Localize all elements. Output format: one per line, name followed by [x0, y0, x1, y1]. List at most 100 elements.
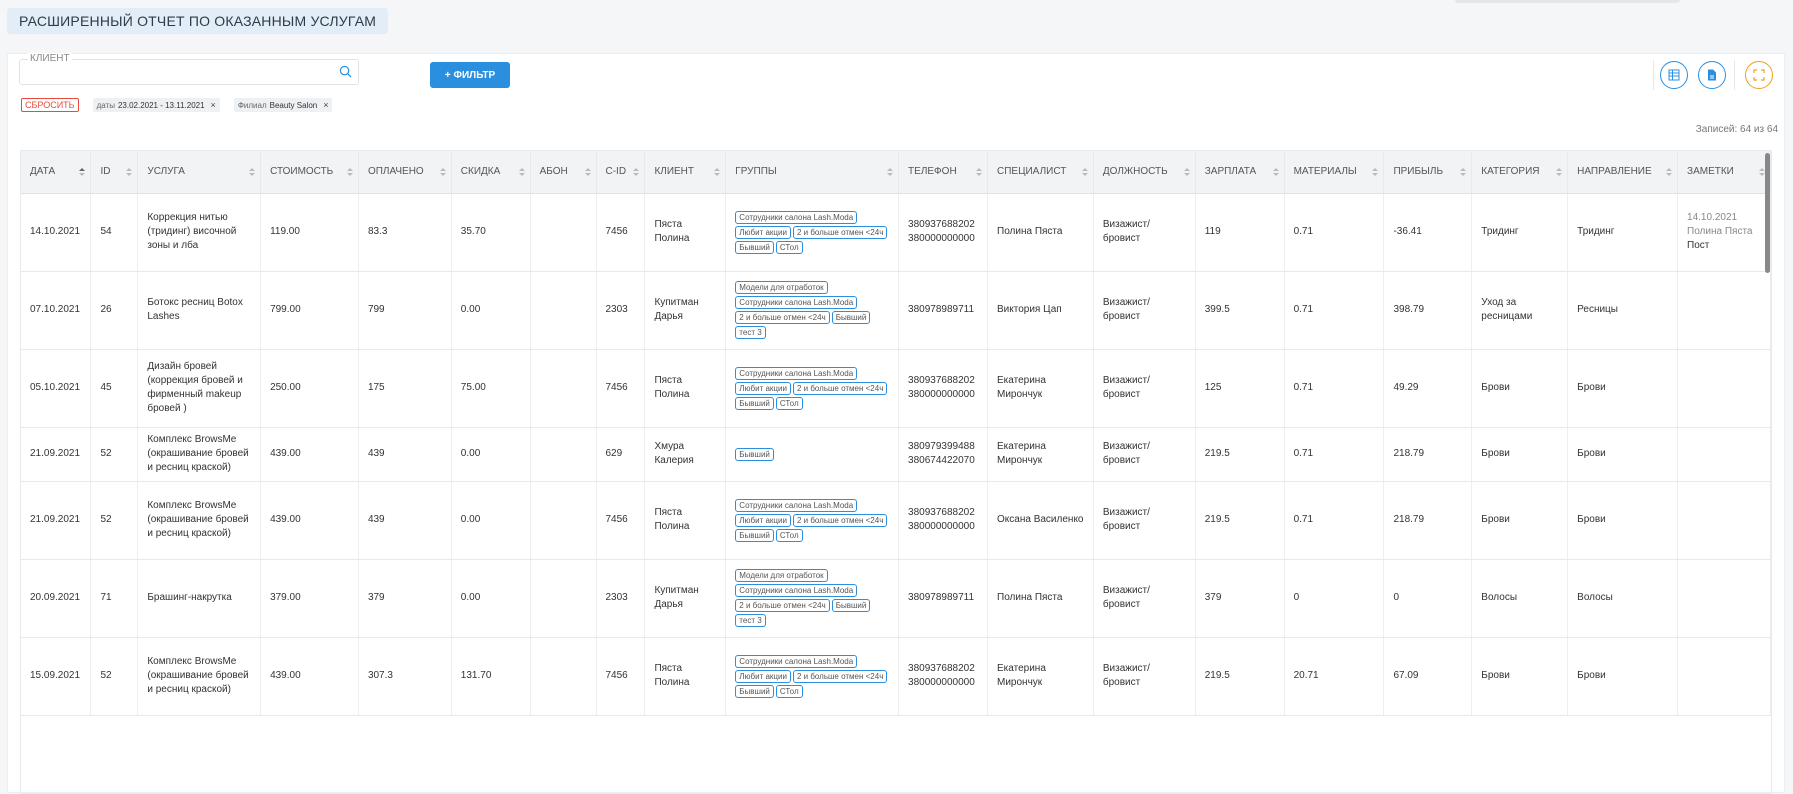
column-header-label: С-ID: [605, 166, 627, 178]
materials-cell: 0.71: [1284, 271, 1385, 350]
group-tag: 2 и больше отмен <24ч: [792, 669, 888, 683]
table-row[interactable]: 20.09.2021 71 Брашинг-накрутка 379.00 379 0.0…: [21, 559, 1771, 638]
table-row[interactable]: 07.10.2021 26 Ботокс ресниц Botox Lashes 79…: [21, 271, 1771, 350]
client-field[interactable]: КЛИЕНТ: [19, 53, 359, 85]
sort-icon[interactable]: [1666, 167, 1673, 177]
column-header-label: НАПРАВЛЕНИЕ: [1577, 166, 1652, 178]
column-header[interactable]: СТОИМОСТЬ: [260, 151, 359, 194]
groups-cell: Сотрудники салона Lash.ModaЛюбит акции 2 …: [725, 193, 900, 272]
cid-cell: 2303: [596, 271, 646, 350]
add-filter-button[interactable]: + ФИЛЬТР: [430, 62, 510, 88]
sort-icon[interactable]: [633, 167, 640, 177]
service-cell: Комплекс BrowsMe (окрашивание бровей и р…: [137, 637, 262, 716]
column-header[interactable]: С-ID: [596, 151, 646, 194]
sort-icon[interactable]: [584, 167, 591, 177]
phone-cell: 380937688202 380000000000: [898, 193, 989, 272]
sort-icon[interactable]: [249, 167, 256, 177]
service-cell: Ботокс ресниц Botox Lashes: [137, 271, 262, 350]
groups-cell: Модели для отработок Сотрудники салона La…: [725, 559, 900, 638]
column-header[interactable]: НАПРАВЛЕНИЕ: [1567, 151, 1679, 194]
vertical-scrollbar[interactable]: [1765, 153, 1770, 273]
sort-icon[interactable]: [518, 167, 525, 177]
column-header[interactable]: ГРУППЫ: [725, 151, 900, 194]
sort-icon[interactable]: [1081, 167, 1088, 177]
column-header-label: ЗАРПЛАТА: [1204, 166, 1257, 178]
note-text: Пост: [1687, 240, 1710, 251]
groups-cell: Сотрудники салона Lash.ModaЛюбит акции 2 …: [725, 481, 900, 560]
sort-icon[interactable]: [714, 167, 721, 177]
column-header[interactable]: СКИДКА: [451, 151, 531, 194]
column-header[interactable]: ПРИБЫЛЬ: [1383, 151, 1473, 194]
table-row[interactable]: 15.09.2021 52 Комплекс BrowsMe (окрашивани…: [21, 637, 1771, 716]
close-icon[interactable]: ×: [323, 100, 328, 110]
paid-cell: 175: [358, 349, 452, 428]
group-tag: 2 и больше отмен <24ч: [735, 311, 830, 324]
sort-icon[interactable]: [1183, 167, 1190, 177]
page-title-box: РАСШИРЕННЫЙ ОТЧЕТ ПО ОКАЗАННЫМ УСЛУГАМ: [7, 8, 389, 34]
column-header[interactable]: ЗАМЕТКИ: [1677, 151, 1771, 194]
fullscreen-button[interactable]: [1745, 61, 1773, 89]
salary-cell: 219.5: [1195, 427, 1285, 482]
specialist-cell: Екатерина Мирончук: [987, 349, 1094, 428]
sort-icon[interactable]: [1272, 167, 1279, 177]
cid-cell: 7456: [596, 637, 646, 716]
materials-cell: 0.71: [1284, 427, 1385, 482]
client-cell: Купитман Дарья: [644, 559, 727, 638]
column-header[interactable]: АБОН: [530, 151, 597, 194]
cost-cell: 250.00: [260, 349, 359, 428]
column-header[interactable]: ДАТА: [21, 151, 92, 194]
id-cell: 52: [90, 481, 139, 560]
sort-icon[interactable]: [887, 167, 894, 177]
column-header[interactable]: МАТЕРИАЛЫ: [1284, 151, 1385, 194]
sort-icon[interactable]: [1460, 167, 1467, 177]
sort-icon[interactable]: [346, 167, 353, 177]
column-header[interactable]: КЛИЕНТ: [644, 151, 727, 194]
reset-filters-button[interactable]: СБРОСИТЬ: [21, 98, 79, 112]
close-icon[interactable]: ×: [211, 100, 216, 110]
discount-cell: 75.00: [451, 349, 531, 428]
search-icon[interactable]: [339, 65, 352, 78]
column-header[interactable]: СПЕЦИАЛИСТ: [987, 151, 1094, 194]
group-tag: Бывший: [735, 447, 774, 461]
records-count: Записей: 64 из 64: [1695, 124, 1778, 135]
export-button[interactable]: [1698, 61, 1726, 89]
sort-icon[interactable]: [976, 167, 983, 177]
position-cell: Визажист/ бровист: [1093, 559, 1196, 638]
groups-cell: Бывший: [725, 427, 900, 482]
notes-cell: [1677, 559, 1771, 638]
sort-icon[interactable]: [126, 167, 133, 177]
date-cell: 20.09.2021: [21, 559, 92, 638]
columns-button[interactable]: [1660, 61, 1688, 89]
column-header[interactable]: ДОЛЖНОСТЬ: [1093, 151, 1196, 194]
group-tag: Сотрудники салона Lash.Moda: [735, 498, 858, 512]
columns-icon: [1668, 69, 1680, 81]
sort-icon[interactable]: [1556, 167, 1563, 177]
group-tag: Модели для отработок: [735, 569, 828, 582]
column-header-label: ЗАМЕТКИ: [1687, 166, 1734, 178]
groups-cell: Модели для отработок Сотрудники салона La…: [725, 271, 900, 350]
discount-cell: 0.00: [451, 559, 531, 638]
sort-icon[interactable]: [439, 167, 446, 177]
table-body: 14.10.2021 54 Коррекция нитью (тридинг) ви…: [21, 193, 1771, 716]
column-header[interactable]: ID: [90, 151, 139, 194]
group-tag: Любит акции: [735, 225, 791, 239]
column-header[interactable]: ТЕЛЕФОН: [898, 151, 989, 194]
column-header[interactable]: ЗАРПЛАТА: [1195, 151, 1285, 194]
sort-icon[interactable]: [79, 167, 86, 177]
column-header[interactable]: ОПЛАЧЕНО: [358, 151, 452, 194]
column-header-label: АБОН: [539, 166, 568, 178]
direction-cell: Ресницы: [1567, 271, 1679, 350]
sort-icon[interactable]: [1372, 167, 1379, 177]
column-header-label: ГРУППЫ: [735, 166, 777, 178]
date-cell: 05.10.2021: [21, 349, 92, 428]
column-header[interactable]: УСЛУГА: [137, 151, 262, 194]
table-row[interactable]: 21.09.2021 52 Комплекс BrowsMe (окрашивани…: [21, 427, 1771, 482]
profit-cell: 218.79: [1383, 481, 1473, 560]
table-row[interactable]: 21.09.2021 52 Комплекс BrowsMe (окрашивани…: [21, 481, 1771, 560]
group-tag: 2 и больше отмен <24ч: [792, 513, 888, 527]
table-row[interactable]: 05.10.2021 45 Дизайн бровей (коррекция бро…: [21, 349, 1771, 428]
column-header[interactable]: КАТЕГОРИЯ: [1471, 151, 1569, 194]
direction-cell: Тридинг: [1567, 193, 1679, 272]
abon-cell: [530, 193, 597, 272]
table-row[interactable]: 14.10.2021 54 Коррекция нитью (тридинг) ви…: [21, 193, 1771, 272]
